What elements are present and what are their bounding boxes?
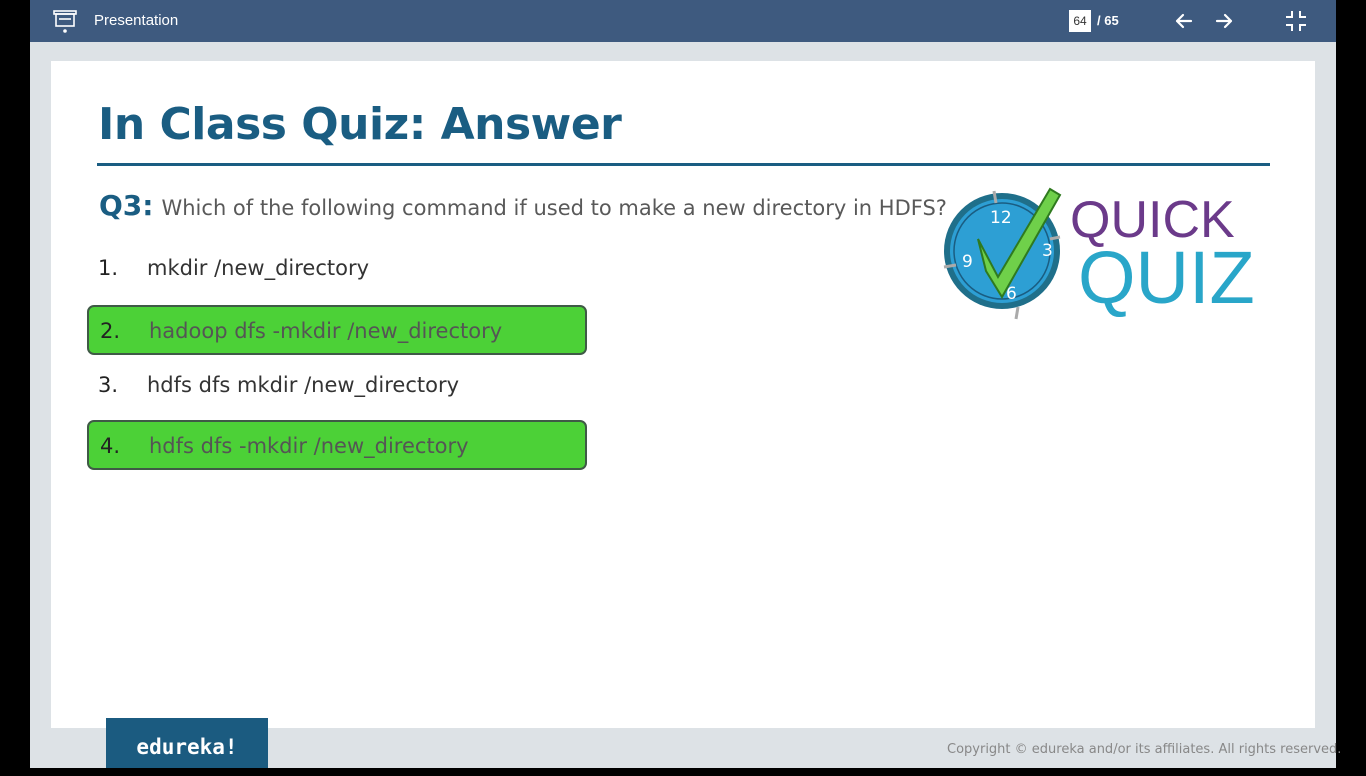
viewer-toolbar: Presentation 64 / 65 <box>30 0 1336 42</box>
copyright-text: Copyright © edureka and/or its affiliate… <box>947 742 1342 757</box>
option-text: hdfs dfs mkdir /new_directory <box>147 373 460 397</box>
page-number-input[interactable]: 64 <box>1069 10 1091 32</box>
option-text: hadoop dfs -mkdir /new_directory <box>149 319 503 343</box>
page-total: / 65 <box>1097 13 1119 28</box>
clock-number: 3 <box>1042 241 1053 261</box>
question-text: Which of the following command if used t… <box>161 196 947 220</box>
option-text: hdfs dfs -mkdir /new_directory <box>149 434 469 458</box>
exit-fullscreen-button[interactable] <box>1284 9 1308 33</box>
slide-title: In Class Quiz: Answer <box>98 99 622 150</box>
option-number: 4. <box>100 434 121 458</box>
option-number: 2. <box>100 319 121 343</box>
edureka-logo: edureka! <box>106 718 268 768</box>
quick-quiz-logo: 12 3 6 9 QUICK QUIZ <box>943 187 1255 320</box>
option-number: 1. <box>98 256 119 280</box>
clock-number: 12 <box>990 208 1012 228</box>
slide-canvas: In Class Quiz: Answer Q3: Which of the fo… <box>51 61 1315 728</box>
logo-word-quiz: QUIZ <box>1078 236 1255 319</box>
option-4-correct: 4. hdfs dfs -mkdir /new_directory <box>87 420 587 470</box>
previous-slide-button[interactable] <box>1172 9 1196 33</box>
option-text: mkdir /new_directory <box>147 256 370 280</box>
option-3: 3. hdfs dfs mkdir /new_directory <box>87 361 587 411</box>
question-label: Q3: <box>99 189 154 222</box>
app-title: Presentation <box>94 12 179 29</box>
option-number: 3. <box>98 373 119 397</box>
next-slide-button[interactable] <box>1212 9 1236 33</box>
clock-number: 9 <box>962 252 973 272</box>
title-divider <box>97 163 1270 166</box>
question: Q3: Which of the following command if use… <box>99 189 947 222</box>
option-2-correct: 2. hadoop dfs -mkdir /new_directory <box>87 305 587 355</box>
presentation-viewer: Presentation 64 / 65 In Class Quiz: Answ… <box>30 0 1341 768</box>
presentation-icon <box>53 10 77 33</box>
option-1: 1. mkdir /new_directory <box>87 244 587 294</box>
